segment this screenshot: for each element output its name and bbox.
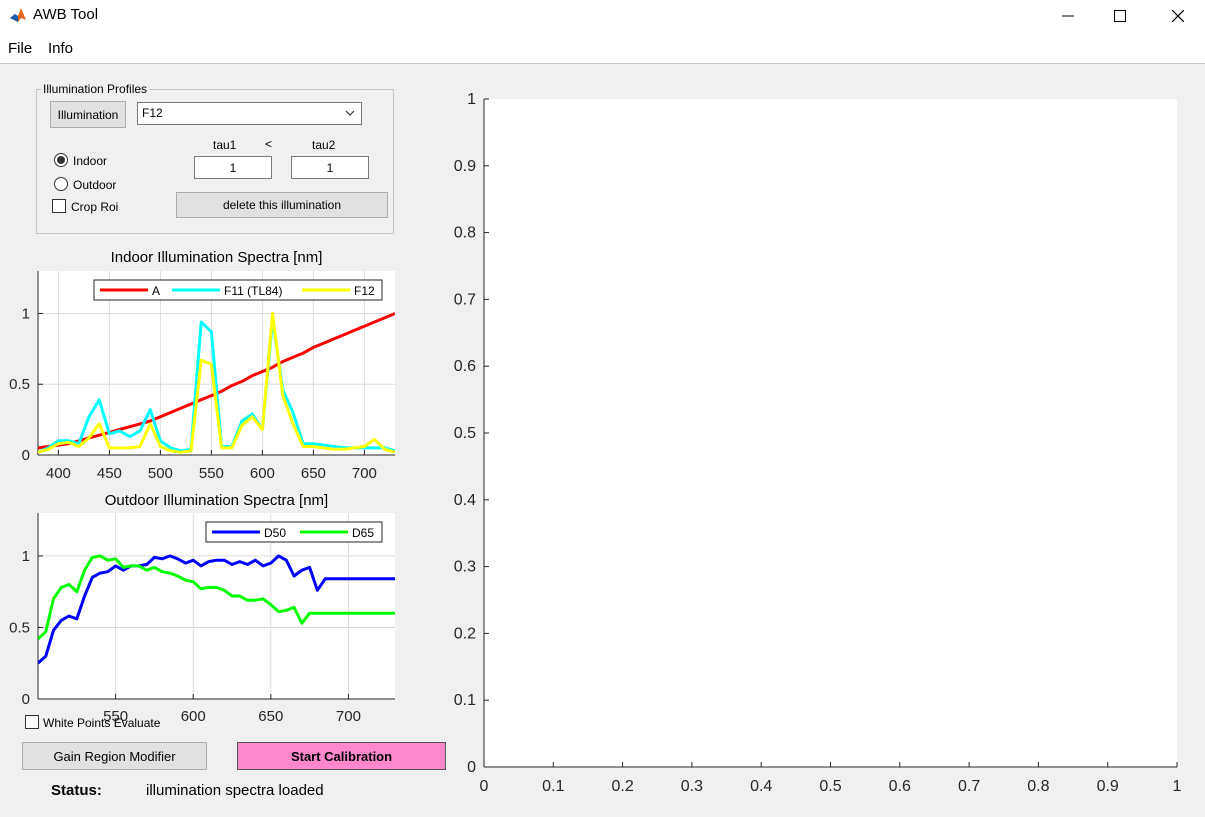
start-calibration-button[interactable]: Start Calibration xyxy=(237,742,446,770)
y-tick-label: 1 xyxy=(467,91,476,108)
status-text: illumination spectra loaded xyxy=(146,782,324,799)
x-tick-label: 550 xyxy=(199,465,224,482)
x-tick-label: 0.8 xyxy=(1027,778,1049,795)
minimize-button[interactable] xyxy=(1045,0,1091,32)
indoor-spectra-chart: 0 0.5 1 400 450 500 550 600 650 700 A F11 (TL84) F12 xyxy=(9,271,395,482)
legend-label: A xyxy=(152,284,160,298)
x-tick-label: 0.3 xyxy=(681,778,703,795)
maximize-button[interactable] xyxy=(1097,0,1143,32)
x-tick-label: 600 xyxy=(181,708,206,725)
illumination-select-value: F12 xyxy=(142,106,163,120)
outdoor-chart-title: Outdoor Illumination Spectra [nm] xyxy=(104,492,329,509)
outdoor-label: Outdoor xyxy=(73,178,117,192)
y-tick-label: 0.3 xyxy=(454,559,476,576)
y-tick-label: 0.1 xyxy=(454,692,476,709)
close-button[interactable] xyxy=(1155,0,1201,32)
white-points-evaluate-label: White Points Evaluate xyxy=(43,716,161,730)
gain-region-modifier-button[interactable]: Gain Region Modifier xyxy=(22,742,207,770)
y-tick-label: 0.5 xyxy=(9,376,30,393)
menu-file[interactable]: File xyxy=(8,40,32,57)
x-tick-label: 0.6 xyxy=(889,778,911,795)
delete-illumination-button[interactable]: delete this illumination xyxy=(176,192,388,218)
tau2-input[interactable] xyxy=(291,156,369,179)
menu-bar: File Info xyxy=(0,32,1205,64)
y-tick-label: 0.5 xyxy=(9,619,30,636)
illumination-profiles-title: Illumination Profiles xyxy=(41,82,150,96)
outdoor-spectra-chart: 00.51550 600 650 700D50 D65 xyxy=(9,513,395,725)
minimize-icon xyxy=(1062,15,1074,17)
status-label: Status: xyxy=(51,782,102,799)
legend-label: D65 xyxy=(352,526,374,540)
indoor-label: Indoor xyxy=(73,154,108,168)
white-points-evaluate-checkbox[interactable] xyxy=(25,715,39,729)
tau2-label: tau2 xyxy=(312,138,336,152)
x-tick-label: 650 xyxy=(301,465,326,482)
x-tick-label: 0.5 xyxy=(819,778,841,795)
x-tick-label: 0.9 xyxy=(1097,778,1119,795)
y-tick-label: 1 xyxy=(22,548,30,565)
x-tick-label: 0 xyxy=(480,778,489,795)
window-title: AWB Tool xyxy=(33,6,99,23)
title-bar: AWB Tool xyxy=(0,0,1205,32)
x-tick-label: 700 xyxy=(336,708,361,725)
illumination-select[interactable]: F12 xyxy=(137,102,362,125)
plot-area xyxy=(484,99,1177,767)
outdoor-radio[interactable] xyxy=(54,177,68,191)
y-tick-label: 0 xyxy=(22,691,30,708)
illumination-button[interactable]: Illumination xyxy=(50,101,126,128)
x-tick-label: 0.4 xyxy=(750,778,772,795)
y-tick-label: 0.4 xyxy=(454,492,476,509)
calibration-plot: 0 0.1 0.2 0.3 0.4 0.5 0.6 0.7 0.8 0.9 1 0 0.1 0.2 0.3 0… xyxy=(454,91,1182,795)
y-tick-label: 0.8 xyxy=(454,225,476,242)
x-tick-label: 500 xyxy=(148,465,173,482)
indoor-chart-title: Indoor Illumination Spectra [nm] xyxy=(110,249,323,266)
x-tick-label: 400 xyxy=(46,465,71,482)
menu-info[interactable]: Info xyxy=(48,40,73,57)
x-tick-label: 0.7 xyxy=(958,778,980,795)
y-tick-label: 0 xyxy=(467,759,476,776)
y-tick-label: 0.9 xyxy=(454,158,476,175)
legend-label: D50 xyxy=(264,526,286,540)
tau1-label: tau1 xyxy=(213,138,237,152)
indoor-radio[interactable] xyxy=(54,153,68,167)
tau-compare-label: < xyxy=(265,137,273,151)
y-tick-label: 0 xyxy=(22,447,30,464)
matlab-logo-icon xyxy=(9,6,27,24)
y-tick-label: 1 xyxy=(22,305,30,322)
chevron-down-icon xyxy=(345,110,355,116)
y-tick-label: 0.5 xyxy=(454,425,476,442)
legend-label: F12 xyxy=(354,284,375,298)
x-tick-label: 0.2 xyxy=(611,778,633,795)
x-tick-label: 650 xyxy=(258,708,283,725)
crop-roi-label: Crop Roi xyxy=(71,200,119,214)
y-tick-label: 0.6 xyxy=(454,358,476,375)
x-tick-label: 600 xyxy=(250,465,275,482)
x-tick-label: 1 xyxy=(1173,778,1182,795)
y-tick-label: 0.7 xyxy=(454,291,476,308)
close-icon xyxy=(1172,10,1184,22)
crop-roi-checkbox[interactable] xyxy=(52,199,66,213)
x-tick-label: 0.1 xyxy=(542,778,564,795)
x-tick-label: 450 xyxy=(97,465,122,482)
y-tick-label: 0.2 xyxy=(454,625,476,642)
tau1-input[interactable] xyxy=(194,156,272,179)
legend-label: F11 (TL84) xyxy=(224,284,282,298)
x-tick-label: 700 xyxy=(352,465,377,482)
maximize-icon xyxy=(1114,10,1126,22)
